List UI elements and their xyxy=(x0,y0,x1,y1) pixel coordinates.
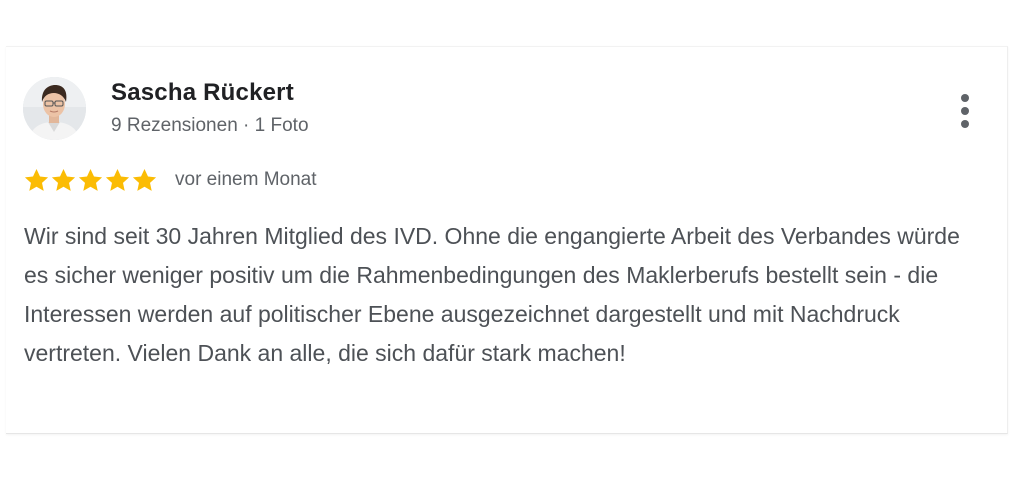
author-name[interactable]: Sascha Rückert xyxy=(111,79,294,107)
star-icon xyxy=(24,168,49,191)
review-time: vor einem Monat xyxy=(175,169,317,190)
star-icon xyxy=(51,168,76,191)
rating-row: vor einem Monat xyxy=(23,165,317,195)
more-options-button[interactable] xyxy=(950,91,980,131)
review-card: Sascha Rückert 9 Rezensionen · 1 Foto vo… xyxy=(6,46,1008,434)
review-text: Wir sind seit 30 Jahren Mitglied des IVD… xyxy=(24,223,960,366)
author-meta[interactable]: 9 Rezensionen · 1 Foto xyxy=(111,115,309,137)
star-icon xyxy=(78,168,103,191)
more-vertical-icon xyxy=(961,107,969,115)
page: Sascha Rückert 9 Rezensionen · 1 Foto vo… xyxy=(0,0,1024,492)
more-vertical-icon xyxy=(961,94,969,102)
star-icon xyxy=(105,168,130,191)
more-vertical-icon xyxy=(961,120,969,128)
person-photo-avatar-icon xyxy=(23,77,86,140)
author-avatar[interactable] xyxy=(23,77,86,140)
star-icon xyxy=(132,168,157,191)
star-rating xyxy=(23,167,158,194)
